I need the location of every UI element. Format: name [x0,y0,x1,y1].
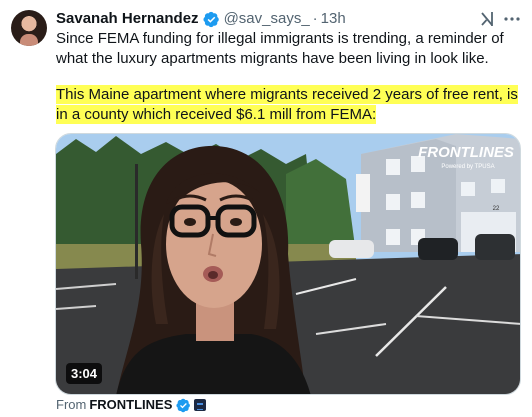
highlighted-sentence: This Maine apartment where migrants rece… [56,85,518,124]
building-number: 22 [493,206,500,212]
video-watermark-sub: Powered by TPUSA [441,164,494,170]
separator-dot: · [312,10,318,27]
verified-badge-icon [176,398,191,412]
post-text: Since FEMA funding for illegal immigrant… [56,30,504,67]
more-options-icon[interactable] [502,9,522,29]
verified-badge-icon [203,11,219,27]
video-player[interactable]: FRONTLINES Powered by TPUSA 22 [55,133,521,395]
video-watermark: FRONTLINES [418,144,514,161]
attribution-prefix: From [56,397,87,412]
post-header: Savanah Hernandez @sav_says_ · 13h [56,9,346,29]
source-attribution: From FRONTLINES [56,397,207,413]
post-timestamp[interactable]: 13h [321,9,346,29]
attribution-source-link[interactable]: FRONTLINES [89,397,172,413]
grok-icon[interactable] [478,9,496,29]
author-avatar[interactable] [11,10,47,46]
author-handle[interactable]: @sav_says_ [224,9,310,29]
author-display-name[interactable]: Savanah Hernandez [56,9,199,29]
org-affiliation-icon[interactable] [194,399,207,411]
video-frame: FRONTLINES Powered by TPUSA 22 [56,134,520,394]
video-duration-badge: 3:04 [66,363,103,384]
post-highlighted-text: This Maine apartment where migrants rece… [56,85,522,125]
